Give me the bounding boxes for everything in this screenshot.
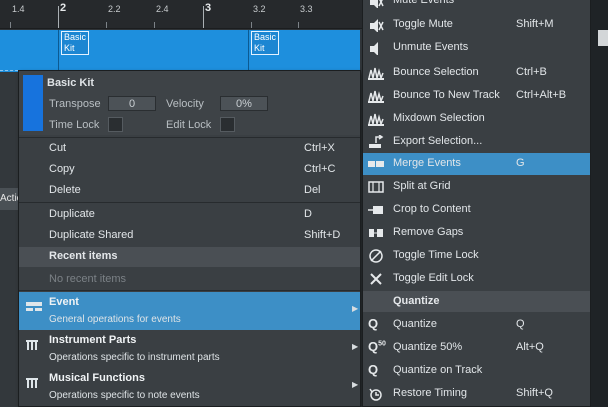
submenu-item-mute-events[interactable]: Mute Events: [363, 0, 590, 12]
mute-icon: [370, 0, 384, 8]
event-clip-label: Basic Kit: [61, 31, 90, 55]
transpose-label: Transpose: [49, 98, 101, 110]
submenu-item-toggle-time-lock[interactable]: Toggle Time Lock: [363, 245, 590, 267]
ruler-tick-label: 3: [205, 2, 212, 14]
instrument-icon: [26, 340, 38, 350]
submenu-item-quantize-50[interactable]: Q50 Quantize 50% Alt+Q: [363, 337, 590, 359]
context-menu: Basic Kit Transpose 0 Velocity 0% Time L…: [18, 70, 361, 407]
event-icon: [26, 302, 42, 311]
time-lock-label: Time Lock: [49, 119, 100, 131]
submenu-item-unmute-events[interactable]: Unmute Events: [363, 37, 590, 59]
menu-separator: [19, 290, 360, 291]
ruler-tick-mark: [203, 6, 204, 28]
track-lane[interactable]: Basic Kit Basic Kit: [0, 30, 360, 72]
edit-lock-label: Edit Lock: [166, 119, 212, 131]
submenu-item-bounce-to-new-track[interactable]: Bounce To New Track Ctrl+Alt+B: [363, 85, 590, 107]
merge-icon: [368, 161, 384, 167]
menu-item-copy[interactable]: Copy Ctrl+C: [19, 159, 360, 180]
quantize-header: Quantize: [363, 291, 590, 312]
event-clip[interactable]: Basic Kit: [248, 30, 280, 72]
speaker-icon: [370, 42, 378, 55]
ruler-tick-mark: [106, 22, 107, 28]
menu-separator: [19, 202, 360, 203]
mute-icon: [370, 19, 384, 32]
submenu-arrow-icon: ▶: [352, 304, 359, 313]
edit-lock-checkbox[interactable]: [220, 117, 235, 132]
export-icon: [369, 135, 384, 148]
ruler-tick-label: 3.3: [300, 4, 313, 14]
event-color-swatch[interactable]: [23, 75, 43, 131]
velocity-field[interactable]: 0%: [220, 96, 268, 111]
gaps-icon: [369, 229, 383, 237]
menu-item-duplicate-shared[interactable]: Duplicate Shared Shift+D: [19, 225, 360, 246]
event-title: Basic Kit: [47, 77, 95, 89]
waveform-icon: [368, 113, 384, 126]
velocity-label: Velocity: [166, 98, 204, 110]
ruler-tick-label: 2.2: [108, 4, 121, 14]
recent-items-empty: No recent items: [49, 273, 127, 285]
event-inspector-header: Basic Kit Transpose 0 Velocity 0% Time L…: [19, 71, 360, 135]
submenu-musical-functions[interactable]: Musical Functions Operations specific to…: [19, 368, 360, 406]
quantize-icon: Q: [368, 316, 379, 331]
ruler-tick-label: 2: [60, 2, 67, 14]
restore-timing-icon: [369, 388, 382, 401]
ruler-tick-mark: [298, 22, 299, 28]
waveform-icon: [368, 90, 384, 103]
submenu-instrument-parts[interactable]: Instrument Parts Operations specific to …: [19, 330, 360, 368]
submenu-arrow-icon: ▶: [352, 342, 359, 351]
ruler-tick-label: 2.4: [156, 4, 169, 14]
event-clip[interactable]: Basic Kit: [58, 30, 90, 72]
ruler-tick-mark: [251, 22, 252, 28]
transpose-field[interactable]: 0: [108, 96, 156, 111]
submenu-item-mixdown-selection[interactable]: Mixdown Selection: [363, 108, 590, 130]
submenu-item-bounce-selection[interactable]: Bounce Selection Ctrl+B: [363, 62, 590, 84]
submenu-item-crop-to-content[interactable]: Crop to Content: [363, 199, 590, 221]
ruler-tick-label: 1.4: [12, 4, 25, 14]
instrument-icon: [26, 378, 38, 388]
submenu-item-toggle-edit-lock[interactable]: Toggle Edit Lock: [363, 268, 590, 290]
time-lock-checkbox[interactable]: [108, 117, 123, 132]
event-submenu: Mute Events Toggle Mute Shift+M Unmute Even…: [362, 0, 591, 407]
ruler-tick-mark: [10, 22, 11, 28]
event-clip-label: Basic Kit: [251, 31, 280, 55]
menu-item-duplicate[interactable]: Duplicate D: [19, 204, 360, 225]
quantize-icon: Q: [368, 362, 379, 377]
editlock-icon: [370, 273, 382, 285]
submenu-item-quantize-on-track[interactable]: Q Quantize on Track: [363, 360, 590, 382]
submenu-item-split-at-grid[interactable]: Split at Grid: [363, 176, 590, 198]
timelock-icon: [369, 249, 383, 263]
crop-icon: [368, 206, 383, 214]
recent-items-header: Recent items: [19, 247, 360, 267]
submenu-item-toggle-mute[interactable]: Toggle Mute Shift+M: [363, 14, 590, 36]
waveform-icon: [368, 67, 384, 80]
ruler-tick-label: 3.2: [253, 4, 266, 14]
right-panel-strip: [590, 0, 608, 407]
submenu-item-restore-timing[interactable]: Restore Timing Shift+Q: [363, 383, 590, 405]
action-tab[interactable]: Actio: [0, 188, 18, 210]
submenu-item-export-selection[interactable]: Export Selection...: [363, 131, 590, 153]
submenu-event[interactable]: Event General operations for events ▶: [19, 292, 360, 330]
split-icon: [368, 181, 384, 193]
submenu-item-quantize[interactable]: Q Quantize Q: [363, 314, 590, 336]
panel-toggle-button[interactable]: [598, 30, 608, 46]
quantize-50-icon: Q50: [368, 339, 386, 354]
ruler-tick-mark: [154, 22, 155, 28]
submenu-item-merge-events[interactable]: Merge Events G: [363, 153, 590, 175]
ruler-tick-mark: [58, 6, 59, 28]
menu-item-cut[interactable]: Cut Ctrl+X: [19, 138, 360, 159]
submenu-arrow-icon: ▶: [352, 380, 359, 389]
menu-item-delete[interactable]: Delete Del: [19, 180, 360, 201]
submenu-item-remove-gaps[interactable]: Remove Gaps: [363, 222, 590, 244]
